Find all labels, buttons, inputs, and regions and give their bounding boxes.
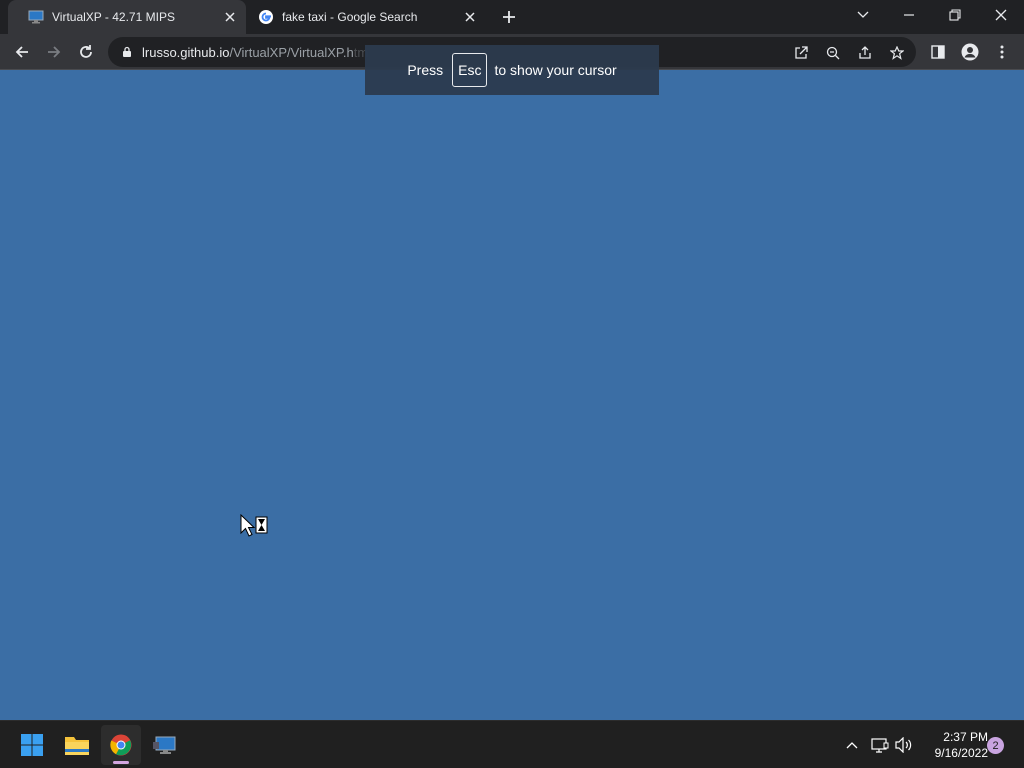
close-window-button[interactable]: [978, 0, 1024, 30]
menu-kebab-icon[interactable]: [988, 38, 1016, 66]
profile-avatar[interactable]: [956, 38, 984, 66]
google-g-icon: [258, 9, 274, 25]
share-icon[interactable]: [853, 41, 877, 65]
tab-strip: VirtualXP - 42.71 MIPS fake taxi - Googl…: [0, 0, 1024, 34]
open-in-app-icon[interactable]: [789, 41, 813, 65]
file-explorer-icon[interactable]: [57, 725, 97, 765]
taskbar: 2:37 PM 9/16/2022 2: [0, 720, 1024, 768]
tab-title: VirtualXP - 42.71 MIPS: [52, 10, 175, 24]
close-icon[interactable]: [220, 7, 240, 27]
lock-icon[interactable]: [120, 45, 134, 59]
busy-cursor-icon: [240, 513, 270, 538]
tab-virtualxp[interactable]: VirtualXP - 42.71 MIPS: [8, 0, 246, 34]
url-path: /VirtualXP/VirtualXP.h: [229, 44, 354, 60]
new-tab-button[interactable]: [498, 7, 520, 27]
close-icon[interactable]: [460, 7, 480, 27]
esc-key-badge: Esc: [452, 53, 488, 87]
zoom-icon[interactable]: [821, 41, 845, 65]
monitor-icon: [28, 9, 44, 25]
tab-search-button[interactable]: [840, 0, 886, 30]
chevron-up-icon[interactable]: [840, 733, 864, 757]
reload-button[interactable]: [72, 38, 100, 66]
bookmark-star-icon[interactable]: [885, 41, 909, 65]
pointer-lock-notice: Press Esc to show your cursor: [365, 45, 659, 95]
url-host: lrusso.github.io: [142, 44, 230, 60]
tab-google-search[interactable]: fake taxi - Google Search: [246, 0, 486, 34]
forward-button[interactable]: [40, 38, 68, 66]
url-text: lrusso.github.io/VirtualXP/VirtualXP.htm: [142, 45, 368, 60]
back-button[interactable]: [8, 38, 36, 66]
clock-date: 9/16/2022: [934, 746, 988, 760]
tab-title: fake taxi - Google Search: [282, 10, 418, 24]
active-app-indicator: [113, 761, 129, 764]
restore-button[interactable]: [932, 0, 978, 30]
system-clock[interactable]: 2:37 PM 9/16/2022: [920, 729, 988, 761]
clock-time: 2:37 PM: [943, 730, 988, 744]
virtualxp-icon[interactable]: [145, 725, 185, 765]
network-icon[interactable]: [868, 733, 892, 757]
volume-icon[interactable]: [892, 733, 916, 757]
minimize-button[interactable]: [886, 0, 932, 30]
notification-badge[interactable]: 2: [987, 737, 1004, 754]
notice-suffix: to show your cursor: [494, 62, 617, 78]
start-icon[interactable]: [12, 725, 52, 765]
chrome-icon[interactable]: [101, 725, 141, 765]
side-panel-button[interactable]: [924, 38, 952, 66]
notice-prefix: Press: [407, 62, 444, 78]
